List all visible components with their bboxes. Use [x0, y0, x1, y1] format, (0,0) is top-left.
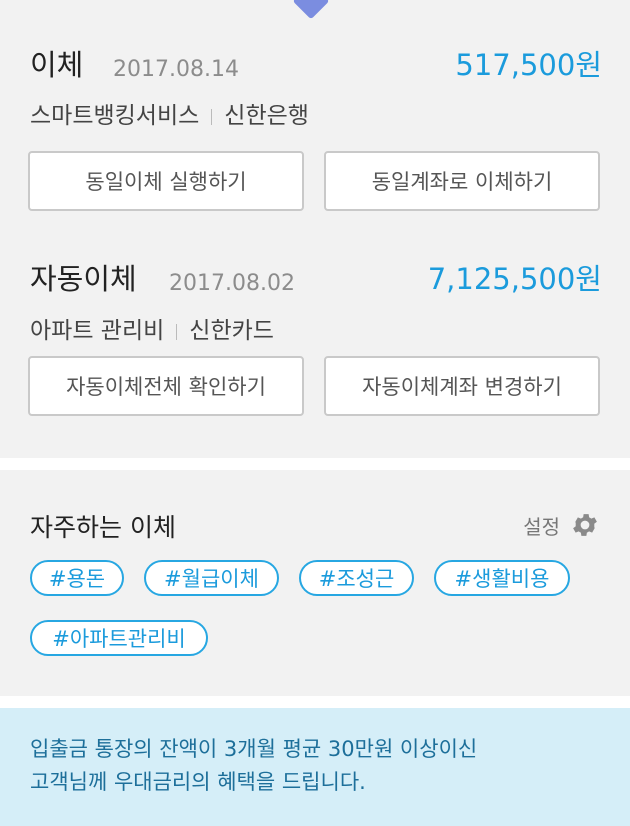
favorite-tag[interactable]: #생활비용 [434, 560, 570, 596]
transfer-detail: 스마트뱅킹서비스 신한은행 [30, 96, 309, 130]
favorites-title: 자주하는 이체 [30, 513, 176, 542]
transfer-type: 이체 [30, 48, 84, 82]
transfer-institution: 신한은행 [224, 103, 309, 129]
transfer-detail: 아파트 관리비 신한카드 [30, 311, 274, 345]
transfer-institution: 신한카드 [189, 318, 274, 344]
favorite-tag[interactable]: #아파트관리비 [30, 620, 208, 656]
transfer-header: 자동이체 2017.08.02 7,125,500원 [30, 258, 602, 298]
separator [211, 108, 213, 125]
change-auto-transfer-account-button[interactable]: 자동이체계좌 변경하기 [324, 356, 600, 416]
separator [176, 323, 178, 340]
transfer-service: 스마트뱅킹서비스 [30, 103, 200, 129]
settings-label: 설정 [523, 514, 560, 539]
notice-line: 고객님께 우대금리의 혜택을 드립니다. [30, 770, 366, 794]
transfer-service: 아파트 관리비 [30, 318, 165, 344]
transfer-date: 2017.08.02 [169, 271, 295, 296]
repeat-transfer-button[interactable]: 동일이체 실행하기 [28, 151, 304, 211]
transfer-date: 2017.08.14 [113, 57, 239, 82]
transfer-same-account-button[interactable]: 동일계좌로 이체하기 [324, 151, 600, 211]
transfer-type: 자동이체 [30, 262, 137, 296]
transfer-amount: 7,125,500원 [427, 262, 602, 296]
favorite-tag[interactable]: #월급이체 [144, 560, 279, 596]
favorite-tag[interactable]: #조성근 [299, 560, 414, 596]
favorite-tag[interactable]: #용돈 [30, 560, 124, 596]
view-all-auto-transfers-button[interactable]: 자동이체전체 확인하기 [28, 356, 304, 416]
gear-icon [573, 514, 597, 536]
notice-line: 입출금 통장의 잔액이 3개월 평균 30만원 이상이신 [30, 737, 478, 761]
transfer-amount: 517,500원 [455, 48, 602, 82]
transfer-header: 이체 2017.08.14 517,500원 [30, 44, 602, 84]
favorites-settings-button[interactable]: 설정 [523, 510, 600, 540]
